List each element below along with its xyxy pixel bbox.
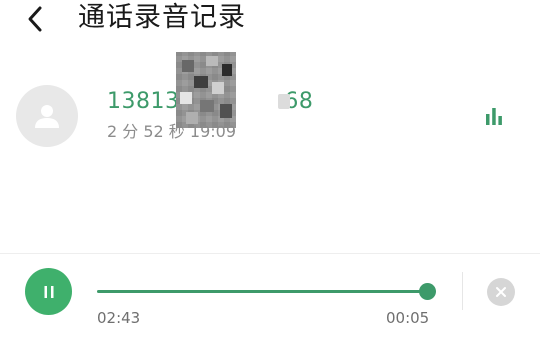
progress-thumb[interactable]: [419, 283, 436, 300]
page-title: 通话录音记录: [78, 2, 246, 33]
recording-meta: 2 分 52 秒 19:09: [107, 122, 236, 142]
pause-button[interactable]: [25, 268, 72, 315]
back-button[interactable]: [20, 2, 50, 36]
redacted-mosaic: [176, 52, 236, 128]
close-player-button[interactable]: [487, 278, 515, 306]
close-icon: [496, 287, 506, 297]
person-icon: [35, 105, 59, 128]
sim-card-icon: [278, 94, 290, 109]
recording-time: 19:09: [189, 122, 237, 141]
divider: [0, 253, 540, 254]
phone-number-prefix: 13813: [107, 89, 180, 114]
call-recordings-page: 通话录音记录 13813 68 2 分 52 秒 19:09 02:43 00:…: [0, 0, 540, 337]
total-time: 00:05: [386, 309, 430, 327]
progress-fill: [97, 290, 427, 293]
progress-slider[interactable]: [97, 283, 436, 300]
recording-list-item[interactable]: 13813 68 2 分 52 秒 19:09: [0, 52, 540, 160]
current-time: 02:43: [97, 309, 141, 327]
vertical-divider: [462, 272, 463, 310]
header: 通话录音记录: [0, 0, 540, 40]
pause-icon: [44, 285, 53, 298]
audio-bars-icon: [486, 108, 502, 125]
recording-duration: 2 分 52 秒: [107, 122, 185, 141]
contact-avatar: [16, 85, 78, 147]
chevron-left-icon: [28, 6, 42, 32]
